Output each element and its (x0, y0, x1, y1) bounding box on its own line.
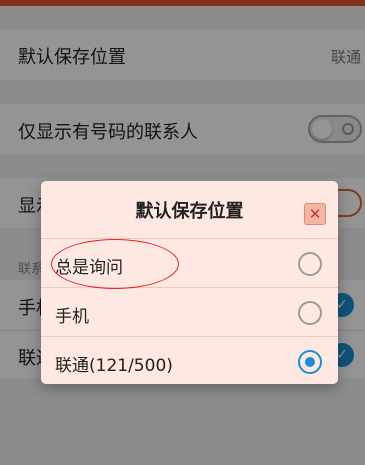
option-unicom-radio[interactable] (298, 350, 322, 374)
option-phone-radio[interactable] (298, 301, 322, 325)
option-unicom-label: 联通(121/500) (55, 356, 173, 376)
close-icon[interactable]: ✕ (304, 203, 326, 225)
option-phone[interactable]: 手机 (41, 287, 338, 336)
option-always-ask-radio[interactable] (298, 252, 322, 276)
dialog-title: 默认保存位置 (135, 201, 244, 222)
annotation-ellipse (51, 239, 179, 289)
option-phone-label: 手机 (55, 307, 89, 327)
option-unicom[interactable]: 联通(121/500) (41, 336, 338, 384)
